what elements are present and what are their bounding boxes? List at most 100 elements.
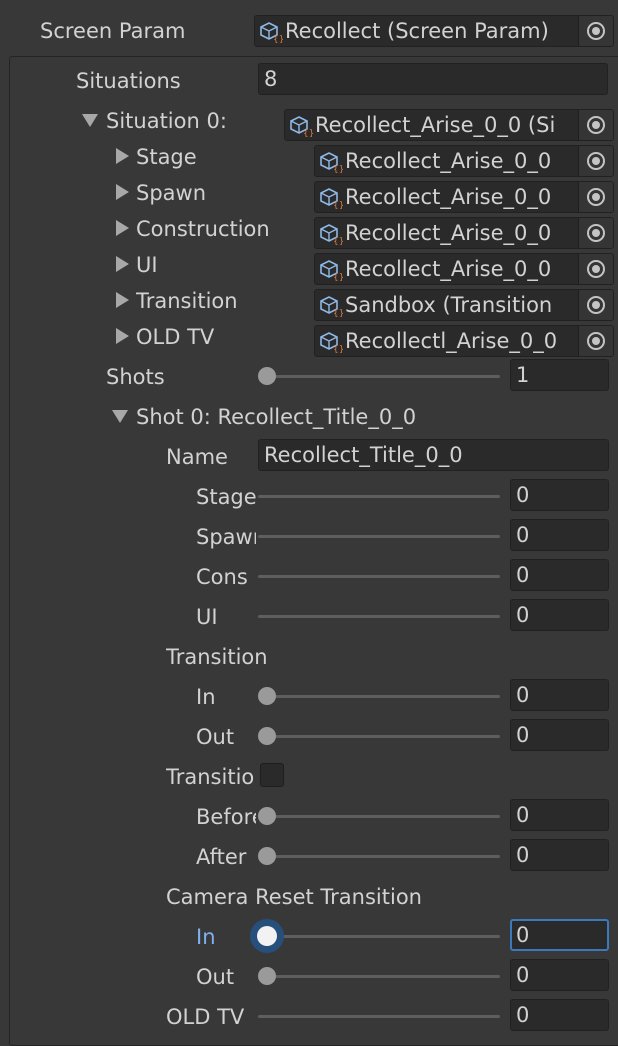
child-value-spawn: Recollect_Arise_0_0: [345, 185, 552, 209]
after-label: After: [196, 845, 247, 869]
object-picker-button[interactable]: [578, 146, 613, 176]
child-field-construction[interactable]: {} Recollect_Arise_0_0: [314, 217, 614, 249]
scriptable-object-icon: {}: [320, 224, 343, 245]
before-slider-thumb[interactable]: [258, 807, 276, 825]
svg-text:{}: {}: [333, 165, 343, 173]
shots-slider-track[interactable]: [258, 375, 500, 378]
svg-text:{}: {}: [333, 201, 343, 209]
after-slider-track[interactable]: [258, 855, 500, 858]
child-label-old-tv[interactable]: OLD TV: [136, 322, 214, 352]
child-label-construction[interactable]: Construction: [136, 214, 270, 244]
transition-checkbox[interactable]: [260, 763, 284, 787]
transition-in-slider-thumb[interactable]: [258, 687, 276, 705]
shot-0-label[interactable]: Shot 0: Recollect_Title_0_0: [136, 402, 416, 432]
after-value-field[interactable]: 0: [510, 839, 609, 871]
child-field-ui[interactable]: {} Recollect_Arise_0_0: [314, 253, 614, 285]
object-picker-button[interactable]: [578, 290, 613, 320]
situation-0-label[interactable]: Situation 0:: [106, 106, 227, 136]
before-value-field[interactable]: 0: [510, 799, 609, 831]
object-picker-button[interactable]: [578, 182, 613, 212]
foldout-collapsed-icon[interactable]: [116, 256, 129, 272]
camera-reset-out-label: Out: [196, 965, 235, 989]
object-picker-button[interactable]: [578, 16, 613, 46]
child-field-transition[interactable]: {} Sandbox (Transition: [314, 289, 614, 321]
scriptable-object-icon: {}: [320, 332, 343, 353]
child-value-ui: Recollect_Arise_0_0: [345, 257, 552, 281]
child-field-stage[interactable]: {} Recollect_Arise_0_0: [314, 145, 614, 177]
transition-out-slider-track[interactable]: [258, 735, 500, 738]
transition-out-value-field[interactable]: 0: [510, 719, 609, 751]
situation-0-field[interactable]: {} Recollect_Arise_0_0 (Si: [284, 109, 614, 141]
ui-slider-track[interactable]: [258, 615, 500, 618]
situation-0-value: Recollect_Arise_0_0 (Si: [315, 113, 556, 137]
screen-param-field[interactable]: {} Recollect (Screen Param): [254, 15, 614, 47]
camera-reset-in-slider-track[interactable]: [258, 935, 500, 938]
foldout-collapsed-icon[interactable]: [116, 220, 129, 236]
old-tv-slider-track[interactable]: [258, 1015, 500, 1018]
target-dot-icon: [592, 229, 600, 237]
scriptable-object-icon: {}: [290, 116, 313, 137]
svg-text:{}: {}: [333, 309, 343, 317]
object-picker-button[interactable]: [578, 218, 613, 248]
shots-label: Shots: [106, 365, 165, 389]
foldout-collapsed-icon[interactable]: [116, 292, 129, 308]
ui-value-field[interactable]: 0: [510, 599, 609, 631]
child-label-stage[interactable]: Stage: [136, 142, 197, 172]
svg-text:{}: {}: [303, 129, 313, 137]
spawn-slider-track[interactable]: [258, 535, 500, 538]
transition-toggle-label: Transition: [166, 765, 256, 789]
foldout-expanded-icon[interactable]: [82, 114, 98, 127]
foldout-collapsed-icon[interactable]: [116, 184, 129, 200]
child-field-spawn[interactable]: {} Recollect_Arise_0_0: [314, 181, 614, 213]
situations-label: Situations: [76, 69, 181, 93]
camera-reset-in-value-field[interactable]: 0: [510, 919, 609, 951]
scriptable-object-icon: {}: [320, 188, 343, 209]
scriptable-object-icon: {}: [320, 152, 343, 173]
screen-param-label: Screen Param: [40, 19, 186, 43]
target-dot-icon: [592, 193, 600, 201]
transition-header: Transition: [166, 645, 268, 669]
before-slider-track[interactable]: [258, 815, 500, 818]
child-field-old-tv[interactable]: {} Recollectl_Arise_0_0: [314, 325, 614, 357]
transition-out-slider-thumb[interactable]: [258, 727, 276, 745]
shots-value-field[interactable]: 1: [510, 359, 609, 391]
target-dot-icon: [592, 301, 600, 309]
target-dot-icon: [592, 337, 600, 345]
camera-reset-out-value-field[interactable]: 0: [510, 959, 609, 991]
object-picker-button[interactable]: [578, 326, 613, 356]
camera-reset-in-slider-thumb[interactable]: [257, 926, 277, 946]
stage-value-field[interactable]: 0: [510, 479, 609, 511]
object-picker-button[interactable]: [578, 110, 613, 140]
foldout-expanded-icon[interactable]: [112, 410, 128, 423]
camera-reset-transition-header: Camera Reset Transition: [166, 885, 422, 909]
svg-text:{}: {}: [333, 237, 343, 245]
child-label-transition[interactable]: Transition: [136, 286, 238, 316]
old-tv-value-field[interactable]: 0: [510, 999, 609, 1031]
cons-value-field[interactable]: 0: [510, 559, 609, 591]
child-value-old-tv: Recollectl_Arise_0_0: [345, 329, 558, 353]
ui-label: UI: [196, 605, 218, 629]
object-picker-button[interactable]: [578, 254, 613, 284]
shots-slider-thumb[interactable]: [258, 367, 276, 385]
stage-label: Stage: [196, 485, 256, 509]
camera-reset-out-slider-thumb[interactable]: [258, 967, 276, 985]
camera-reset-out-slider-track[interactable]: [258, 975, 500, 978]
scriptable-object-icon: {}: [260, 22, 283, 43]
camera-reset-in-label: In: [196, 925, 216, 949]
spawn-value-field[interactable]: 0: [510, 519, 609, 551]
child-label-spawn[interactable]: Spawn: [136, 178, 206, 208]
child-label-ui[interactable]: UI: [136, 250, 158, 280]
transition-in-slider-track[interactable]: [258, 695, 500, 698]
cons-slider-track[interactable]: [258, 575, 500, 578]
foldout-collapsed-icon[interactable]: [116, 328, 129, 344]
after-slider-thumb[interactable]: [258, 847, 276, 865]
child-value-transition: Sandbox (Transition: [345, 293, 553, 317]
stage-slider-track[interactable]: [258, 495, 500, 498]
transition-in-value-field[interactable]: 0: [510, 679, 609, 711]
situations-count-field[interactable]: 8: [258, 63, 608, 95]
foldout-collapsed-icon[interactable]: [116, 148, 129, 164]
name-field[interactable]: Recollect_Title_0_0: [258, 439, 609, 471]
transition-in-label: In: [196, 685, 216, 709]
before-label: Before: [196, 805, 256, 829]
svg-text:{}: {}: [333, 273, 343, 281]
